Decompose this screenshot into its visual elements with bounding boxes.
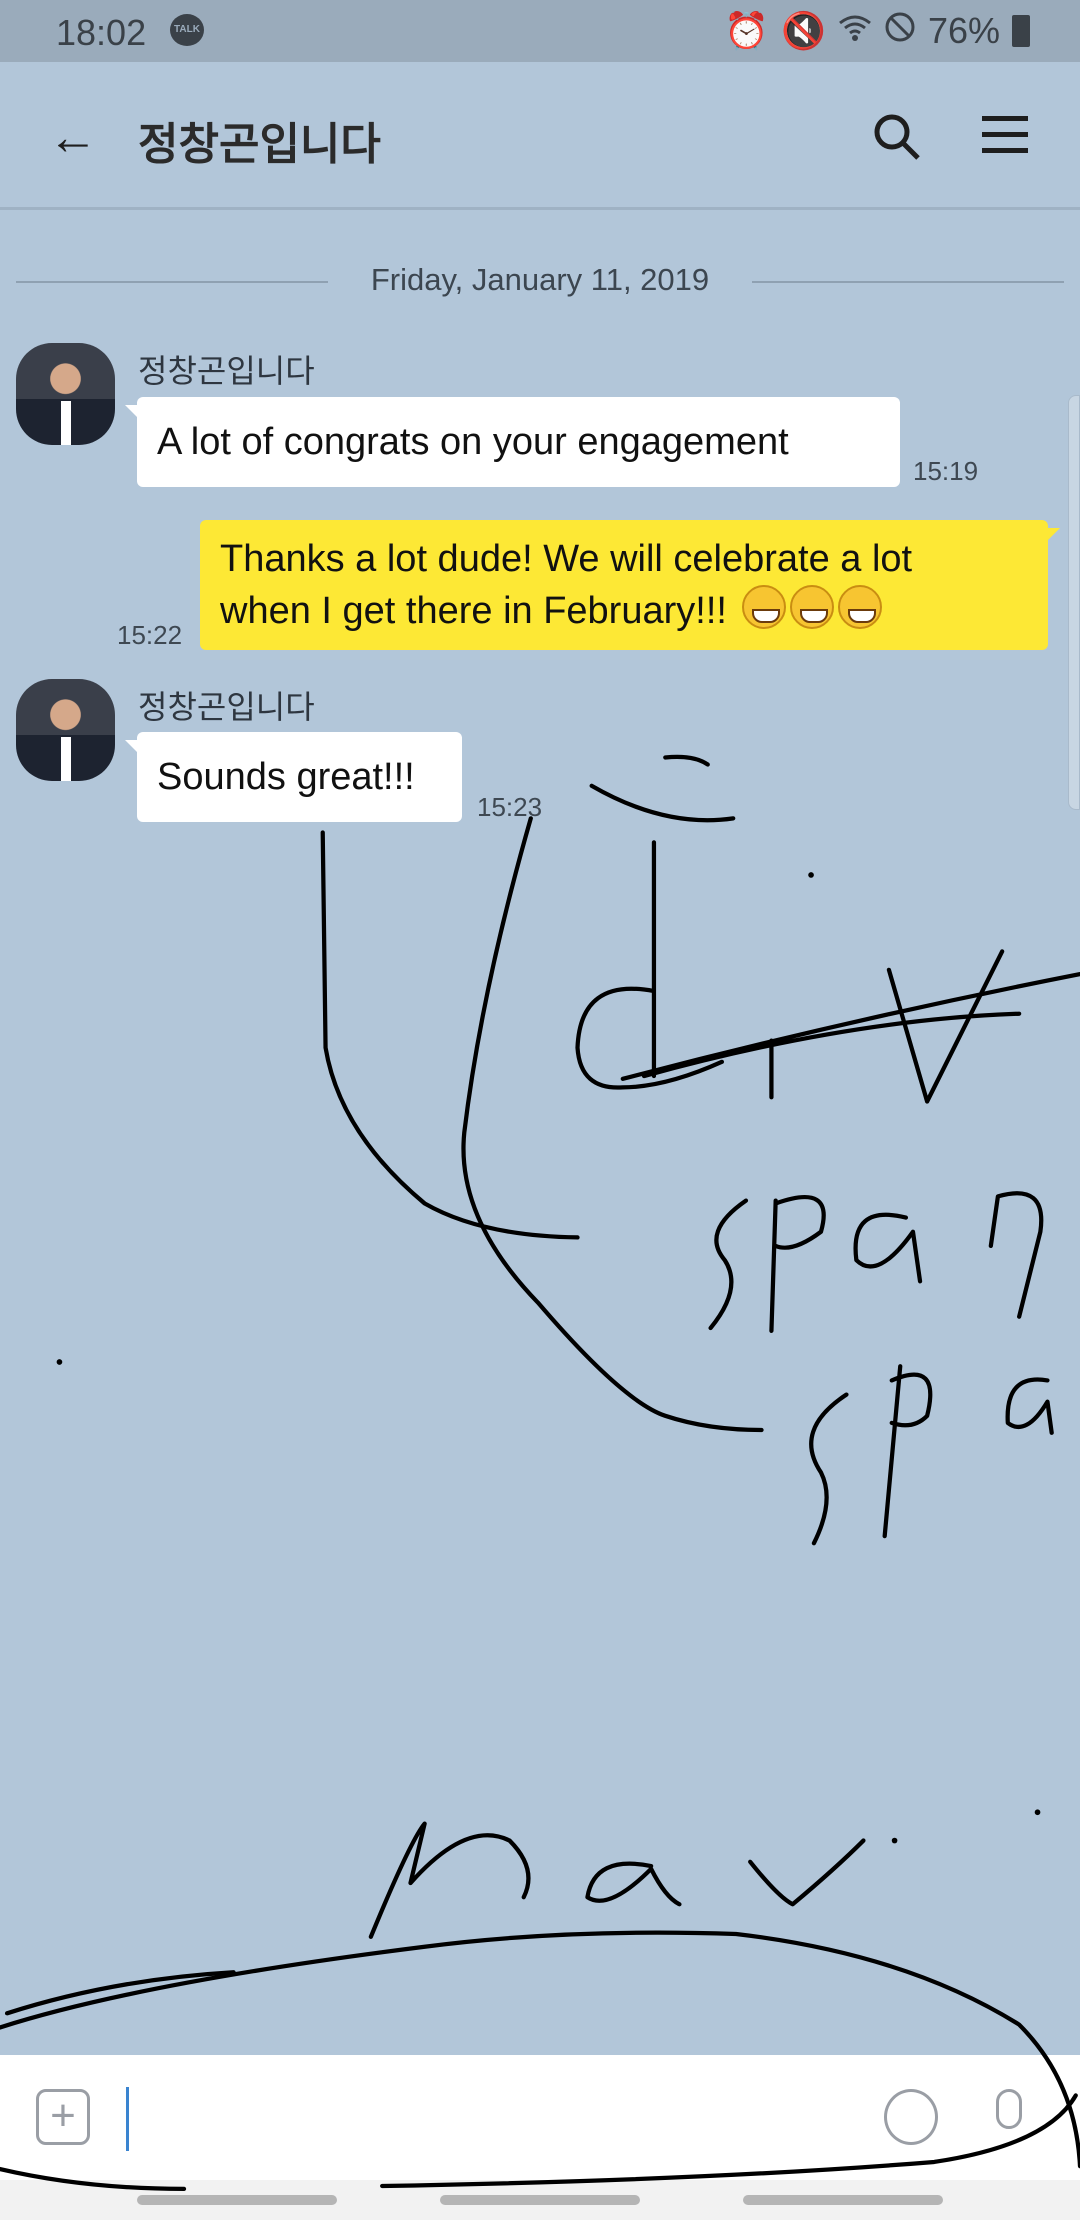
- battery-charging-icon: [1012, 15, 1030, 47]
- status-bar: 18:02 TALK ⏰ 🔇 76%: [0, 0, 1080, 62]
- do-not-disturb-icon: [884, 10, 916, 52]
- message-time: 15:22: [117, 620, 183, 650]
- menu-icon[interactable]: [982, 116, 1028, 164]
- chat-header: ← 정창곤입니다: [0, 62, 1080, 210]
- wifi-icon: [838, 10, 872, 52]
- date-divider: Friday, January 11, 2019: [0, 262, 1080, 298]
- emoticon-icon[interactable]: [884, 2089, 938, 2145]
- message-bubble[interactable]: Sounds great!!!: [125, 732, 462, 822]
- message-line: Thanks a lot dude! We will celebrate a l…: [220, 538, 913, 580]
- alarm-icon: ⏰: [724, 10, 770, 51]
- mute-icon: 🔇: [781, 10, 826, 51]
- message-input-bar: +: [0, 2055, 1080, 2180]
- nav-home-button[interactable]: [440, 2195, 640, 2205]
- navigation-bar: [0, 2180, 1080, 2220]
- sender-name: 정창곤입니다: [138, 689, 315, 725]
- sender-name: 정창곤입니다: [138, 353, 315, 389]
- battery-level: 76%: [927, 10, 1000, 51]
- avatar[interactable]: [16, 343, 115, 445]
- message-bubble[interactable]: Thanks a lot dude! We will celebrate a l…: [200, 520, 1060, 650]
- message-line: when I get there in February!!!: [220, 590, 727, 632]
- grinning-emoji-icon: [738, 585, 882, 632]
- kakaotalk-notification-icon: TALK: [170, 14, 204, 46]
- microphone-icon[interactable]: [996, 2089, 1022, 2129]
- message-bubble[interactable]: A lot of congrats on your engagement: [125, 397, 900, 487]
- handwritten-annotation: [0, 754, 1080, 2191]
- status-time: 18:02: [56, 12, 147, 53]
- chat-title: 정창곤입니다: [138, 120, 381, 169]
- message-time: 15:19: [913, 456, 979, 486]
- nav-back-button[interactable]: [743, 2195, 943, 2205]
- back-arrow-icon[interactable]: ←: [48, 112, 98, 162]
- plus-icon[interactable]: +: [36, 2089, 90, 2145]
- nav-recents-button[interactable]: [137, 2195, 337, 2205]
- message-input[interactable]: [126, 2087, 129, 2151]
- avatar[interactable]: [16, 679, 115, 781]
- search-icon[interactable]: [872, 112, 922, 167]
- message-time: 15:23: [477, 792, 543, 822]
- scrollbar[interactable]: [1068, 395, 1080, 810]
